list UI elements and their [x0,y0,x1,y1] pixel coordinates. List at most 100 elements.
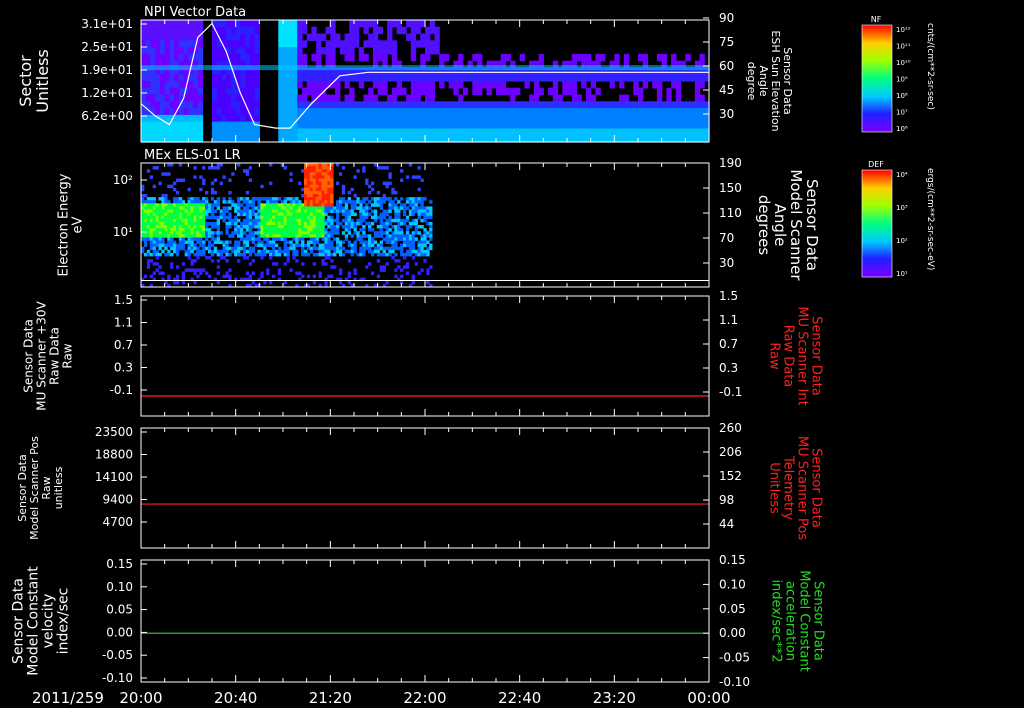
time-tick-label: 23:20 [593,689,636,707]
els-spectrogram [141,163,433,288]
left-tick-label: -0.1 [110,383,133,397]
left-label-line: velocity [40,594,56,649]
left-label-line: index/sec [55,588,71,655]
right-label-line: MU Scanner Pos [794,436,809,541]
panel-model-constant: 0.15 0.10 0.05 0.00 -0.05 -0.10 0.15 0.10 0.05 0.… [10,553,825,689]
right-tick-label: 0.15 [719,553,746,567]
time-tick-label: 20:40 [214,689,257,707]
left-tick-label: 0.05 [106,603,133,617]
time-axis: 2011/259 20:00 20:40 21:20 22:00 22:40 23:20 00… [32,689,731,707]
left-tick-label: 18800 [95,448,133,462]
right-tick-label: 98 [719,493,734,507]
colorbar-units: cnts/(cm**2-sr-sec) [925,23,935,110]
left-tick-label: 23500 [95,425,133,439]
left-tick-label: -0.10 [102,671,133,685]
right-label-line: degrees [755,195,773,256]
right-tick-label: 44 [719,517,734,531]
panel-scanner-pos: 23500 18800 14100 9400 4700 260 206 152 98 44 Sens… [16,421,823,549]
colorbar-tick: 10⁸ [896,92,908,100]
right-tick-label: 150 [719,181,742,195]
left-tick-label: 10² [113,173,133,187]
time-tick-label: 00:00 [687,689,730,707]
left-axis-label: Sensor Data MU Scanner +30V Raw Data Raw [22,301,75,411]
panel-frame [140,427,710,549]
left-tick-label: 4700 [102,515,133,529]
colorbar-units-text: cnts/(cm**2-sr-sec) [925,23,935,110]
right-axis-label: Sensor DataModel ScannerAngledegrees [755,169,821,281]
colorbar-tick: 10¹⁰ [896,59,911,67]
left-label-line: Unitless [33,49,52,113]
right-axis-label: Sensor DataModel Constantaccelerationind… [768,570,825,672]
left-tick-label: 1.5 [114,293,133,307]
time-tick-label: 22:40 [498,689,541,707]
left-tick-label: 14100 [95,470,133,484]
left-tick-label: 10¹ [113,225,133,239]
right-label-line: Raw [766,342,781,370]
right-tick-label: -0.1 [719,385,742,399]
right-tick-label: 60 [719,59,734,73]
right-label-line: MU Scanner Int [794,306,809,405]
left-tick-label: 1.2e+01 [81,86,133,100]
time-tick-label: 20:00 [119,689,162,707]
colorbar-tick: 10⁶ [896,125,908,133]
right-tick-label: 206 [719,445,742,459]
colorbar-1: NF 10¹² 10¹¹ 10¹⁰ 10⁹ 10⁸ 10⁷ 10⁶ cnts/(cm**2-sr… [861,15,935,133]
date-label: 2011/259 [32,689,104,707]
panel-npi-vector-data: NPI Vector Data 3.1e+01 2.5e+01 1.9e+01 1.2e… [16,5,794,143]
right-axis-label: Sensor DataESH Sun ElevationAngledegree [745,30,794,131]
left-tick-label: 3.1e+01 [81,17,133,31]
right-tick-label: 110 [719,206,742,220]
colorbar-gradient [861,169,893,278]
right-tick-label: -0.10 [719,675,750,689]
right-label-line: Telemetry [780,455,795,520]
time-tick-label: 21:20 [309,689,352,707]
right-tick-label: 0.00 [719,626,746,640]
left-label-line: Sensor Data [22,319,36,393]
right-label-line: Sensor Data [808,316,823,396]
left-axis-label: SectorUnitless [16,49,52,113]
left-tick-label: 0.3 [114,361,133,375]
panel-frame [140,295,710,417]
panel-frame [140,559,710,683]
colorbar-tick: 10⁴ [896,171,908,179]
right-tick-label: 30 [719,256,734,270]
right-tick-label: 45 [719,83,734,97]
right-label-line: Sensor Data [810,581,825,661]
right-tick-label: 260 [719,421,742,435]
right-tick-label: 0.05 [719,602,746,616]
colorbar-tick: 10¹ [896,270,908,278]
left-tick-label: 0.10 [106,580,133,594]
left-label-line: Electron Energy [57,173,72,276]
right-tick-label: 70 [719,231,734,245]
colorbar-tick: 10⁹ [896,76,908,84]
left-label-line: Sensor Data [10,578,26,664]
colorbar-units-text: ergs/(cm**2-sr-sec-eV) [925,168,935,270]
right-tick-label: 0.3 [719,361,738,375]
colorbars: NF 10¹² 10¹¹ 10¹⁰ 10⁹ 10⁸ 10⁷ 10⁶ cnts/(cm**2-sr… [861,15,935,278]
left-label-line: Raw [61,343,75,368]
left-tick-label: 1.9e+01 [81,63,133,77]
left-label-line: eV [71,216,86,233]
right-label-line: Sensor Data [808,448,823,528]
right-label-line: Raw Data [780,325,795,388]
right-label-line: Unitless [766,462,781,514]
panel-title: MEx ELS-01 LR [144,148,241,163]
ela-summary-plot: NPI Vector Data 3.1e+01 2.5e+01 1.9e+01 1.2e… [10,5,935,707]
right-tick-label: 152 [719,469,742,483]
left-tick-label: 0.15 [106,557,133,571]
right-axis-label: Sensor DataMU Scanner PosTelemetryUnitle… [766,436,823,541]
right-label-line: degree [745,62,758,101]
left-axis-label: Sensor Data Model Constant velocity index/s… [10,566,71,676]
right-tick-label: -0.05 [719,651,750,665]
colorbar-2: DEF 10⁴ 10³ 10² 10¹ ergs/(cm**2-sr-sec-eV) [861,160,935,278]
right-tick-label: 0.10 [719,577,746,591]
right-tick-label: 90 [719,11,734,25]
time-tick-label: 22:00 [403,689,446,707]
left-tick-label: 2.5e+01 [81,40,133,54]
right-tick-label: 30 [719,107,734,121]
colorbar-title: NF [871,15,882,24]
colorbar-tick: 10¹¹ [896,43,911,51]
left-tick-label: 1.1 [114,316,133,330]
right-label-line: index/sec**2 [768,579,783,662]
colorbar-title: DEF [868,160,884,169]
